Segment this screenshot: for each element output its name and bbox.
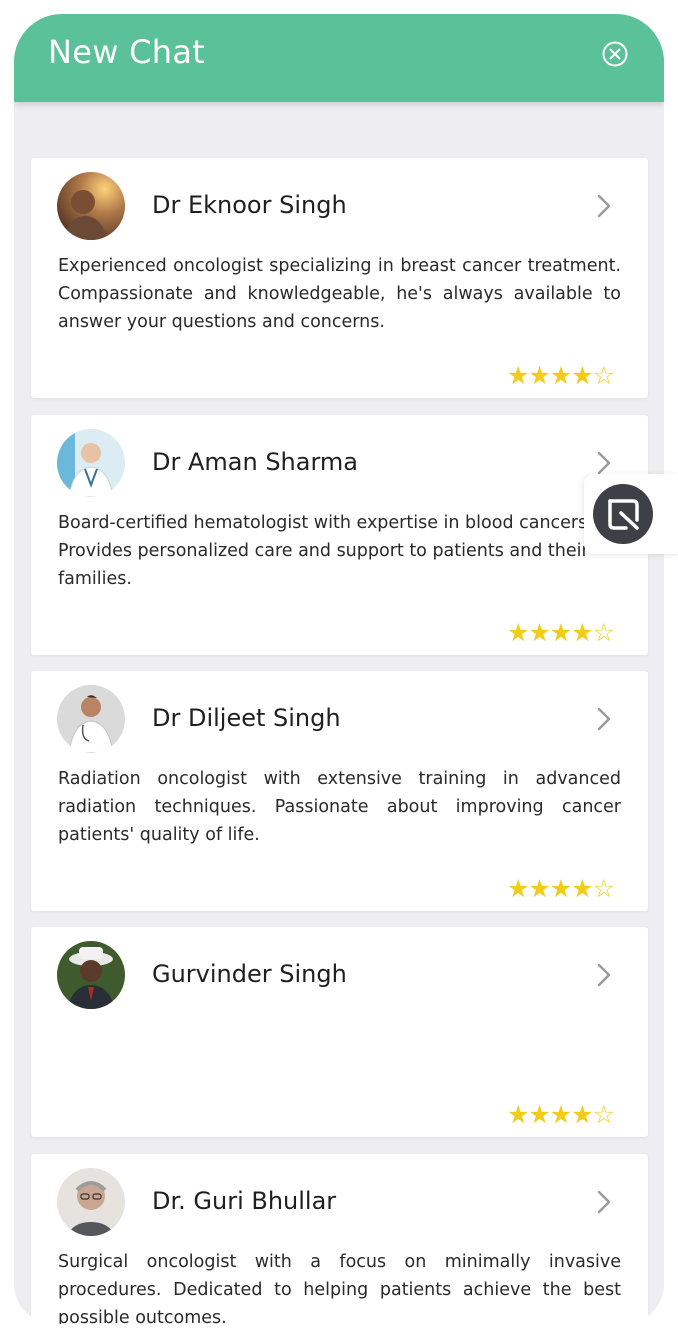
chevron-right-icon[interactable] [597, 707, 611, 731]
doctor-avatar [57, 429, 125, 497]
close-icon[interactable] [602, 41, 628, 67]
star-rating: ★★★★☆ [506, 1100, 615, 1129]
doctor-card[interactable]: Dr Eknoor Singh Experienced oncologist s… [31, 158, 648, 398]
doctor-name: Gurvinder Singh [152, 960, 347, 988]
star-rating: ★★★★☆ [506, 361, 615, 390]
floating-action-button[interactable] [584, 474, 678, 554]
doctor-description: Radiation oncologist with extensive trai… [58, 769, 621, 845]
doctor-card[interactable]: Gurvinder Singh ★★★★☆ [31, 927, 648, 1137]
doctor-name: Dr. Guri Bhullar [152, 1187, 337, 1215]
star-rating: ★★★★☆ [506, 618, 615, 647]
star-rating: ★★★★☆ [506, 874, 615, 903]
chevron-right-icon[interactable] [597, 1190, 611, 1214]
chevron-right-icon[interactable] [597, 451, 611, 475]
doctor-name: Dr Eknoor Singh [152, 191, 347, 219]
app-logo-icon [593, 484, 653, 544]
doctor-avatar [57, 941, 125, 1009]
app-screen: New Chat Dr Eknoor Singh Experienced onc… [14, 14, 664, 1324]
doctor-description: Experienced oncologist specializing in b… [58, 256, 621, 332]
doctor-avatar [57, 172, 125, 240]
doctor-avatar [57, 685, 125, 753]
page-title: New Chat [48, 33, 206, 71]
doctor-card[interactable]: Dr. Guri Bhullar Surgical oncologist wit… [31, 1154, 648, 1324]
doctor-description: Board-certified hematologist with expert… [58, 513, 593, 589]
doctor-description: Surgical oncologist with a focus on mini… [58, 1252, 621, 1324]
doctor-card[interactable]: Dr Diljeet Singh Radiation oncologist wi… [31, 671, 648, 911]
doctor-name: Dr Aman Sharma [152, 448, 359, 476]
chevron-right-icon[interactable] [597, 194, 611, 218]
doctor-avatar [57, 1168, 125, 1236]
doctor-card[interactable]: Dr Aman Sharma Board-certified hematolog… [31, 415, 648, 655]
header-bar: New Chat [14, 14, 664, 102]
chevron-right-icon[interactable] [597, 963, 611, 987]
doctor-name: Dr Diljeet Singh [152, 704, 341, 732]
